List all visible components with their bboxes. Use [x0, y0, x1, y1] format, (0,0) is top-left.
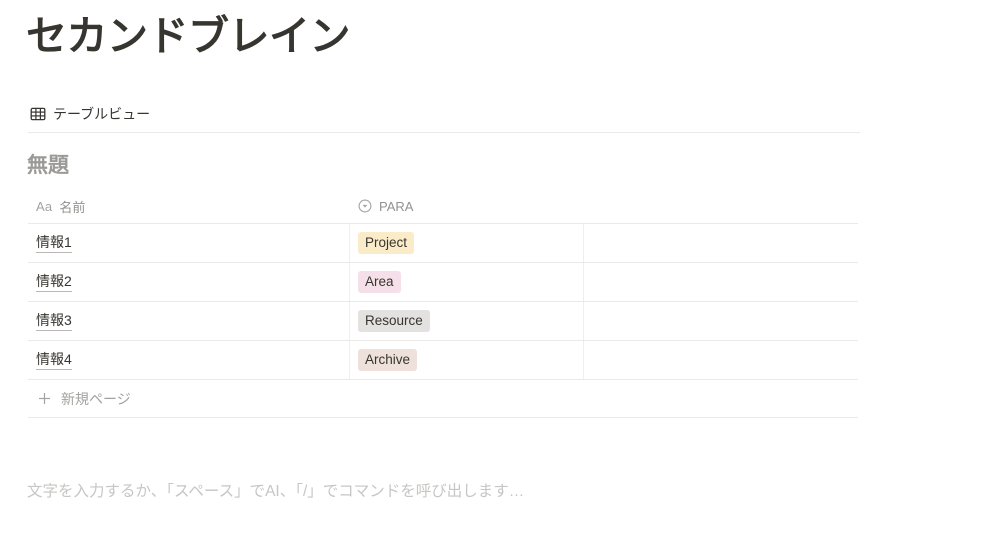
new-page-row[interactable]: 新規ページ: [28, 380, 858, 418]
tab-table-view-label: テーブルビュー: [53, 106, 151, 122]
page-link[interactable]: 情報1: [36, 233, 72, 253]
page-title[interactable]: セカンドブレイン: [26, 12, 351, 61]
cell-para[interactable]: Resource: [350, 302, 584, 340]
column-header-name[interactable]: Aa 名前: [28, 189, 350, 223]
body-text-placeholder[interactable]: 文字を入力するか、「スペース」でAI、「/」でコマンドを呼び出します…: [27, 480, 524, 504]
view-bar-divider: [28, 132, 860, 133]
title-text-icon: Aa: [36, 198, 53, 214]
page-link[interactable]: 情報4: [36, 350, 72, 370]
cell-para[interactable]: Project: [350, 224, 584, 262]
database-title[interactable]: 無題: [27, 152, 69, 180]
cell-name[interactable]: 情報1: [28, 224, 350, 262]
table-row[interactable]: 情報3 Resource: [28, 302, 858, 341]
cell-blank[interactable]: [584, 224, 858, 262]
cell-blank[interactable]: [584, 341, 858, 379]
cell-blank[interactable]: [584, 302, 858, 340]
select-circle-chevron-icon: [358, 199, 372, 213]
status-badge: Project: [358, 232, 415, 254]
status-badge: Area: [358, 271, 401, 293]
database-table: Aa 名前 PARA 情報1 Project 情報2 Area 情報3 Reso…: [28, 189, 858, 418]
cell-blank[interactable]: [584, 263, 858, 301]
new-page-label: 新規ページ: [61, 390, 131, 407]
status-badge: Resource: [358, 310, 430, 332]
table-row[interactable]: 情報2 Area: [28, 263, 858, 302]
table-header-row: Aa 名前 PARA: [28, 189, 858, 224]
column-header-name-label: 名前: [59, 199, 86, 215]
column-header-para-label: PARA: [379, 198, 414, 214]
table-row[interactable]: 情報4 Archive: [28, 341, 858, 380]
tab-table-view[interactable]: テーブルビュー: [28, 104, 152, 124]
cell-para[interactable]: Archive: [350, 341, 584, 379]
page-link[interactable]: 情報3: [36, 311, 72, 331]
cell-name[interactable]: 情報4: [28, 341, 350, 379]
table-row[interactable]: 情報1 Project: [28, 224, 858, 263]
status-badge: Archive: [358, 349, 418, 371]
view-tab-bar: テーブルビュー: [28, 99, 152, 129]
column-header-para[interactable]: PARA: [350, 189, 584, 223]
table-grid-icon: [30, 106, 46, 122]
cell-name[interactable]: 情報2: [28, 263, 350, 301]
column-header-blank[interactable]: [584, 189, 858, 223]
plus-icon: [38, 392, 51, 405]
page-link[interactable]: 情報2: [36, 272, 72, 292]
cell-name[interactable]: 情報3: [28, 302, 350, 340]
cell-para[interactable]: Area: [350, 263, 584, 301]
